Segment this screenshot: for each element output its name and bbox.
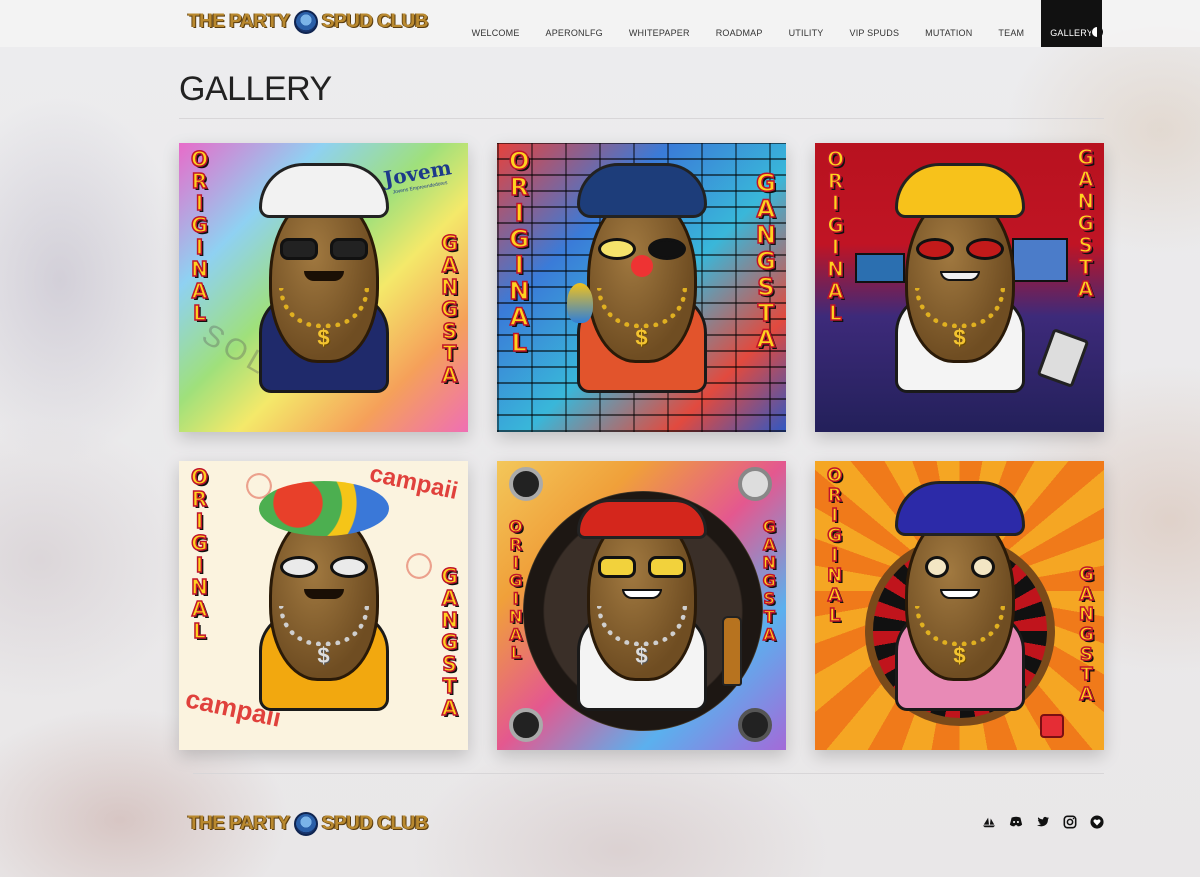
main-nav: WELCOME APERONLFG WHITEPAPER ROADMAP UTI… bbox=[459, 0, 1102, 47]
discord-icon[interactable] bbox=[1009, 815, 1023, 829]
nav-item-utility[interactable]: UTILITY bbox=[776, 0, 837, 47]
watch-icon bbox=[509, 467, 543, 501]
contrast-icon[interactable] bbox=[1091, 26, 1103, 38]
nav-item-whitepaper[interactable]: WHITEPAPER bbox=[616, 0, 703, 47]
footer-brand-logo[interactable]: THE PARTY SPUD CLUB bbox=[188, 812, 429, 836]
gallery-card-6[interactable]: ORIGINAL GANGSTA $ bbox=[815, 461, 1104, 750]
clown-nose bbox=[630, 255, 653, 277]
bottle-icon bbox=[722, 616, 742, 686]
nav-item-team[interactable]: TEAM bbox=[985, 0, 1037, 47]
nav-item-mutation[interactable]: MUTATION bbox=[912, 0, 985, 47]
dice-icon bbox=[1040, 714, 1064, 738]
spud-mustache bbox=[303, 589, 344, 599]
nav-item-roadmap[interactable]: ROADMAP bbox=[703, 0, 776, 47]
brand-logo[interactable]: THE PARTY SPUD CLUB bbox=[188, 10, 429, 34]
gallery-card-5[interactable]: ORIGINAL GANGSTA $ bbox=[497, 461, 786, 750]
nav-item-welcome[interactable]: WELCOME bbox=[459, 0, 533, 47]
footer-divider bbox=[193, 773, 1104, 774]
dollar-pendant-icon: $ bbox=[317, 325, 330, 350]
red-bandana bbox=[576, 499, 707, 539]
dollar-pendant-icon: $ bbox=[635, 643, 648, 668]
watch-icon bbox=[738, 467, 772, 501]
gallery-card-2[interactable]: ORIGINAL GANGSTA $ bbox=[497, 143, 786, 432]
jester-hat bbox=[894, 163, 1025, 218]
twitter-icon[interactable] bbox=[1036, 815, 1050, 829]
social-links bbox=[982, 815, 1104, 829]
spud-smile bbox=[939, 271, 980, 281]
spud-character: $ bbox=[860, 143, 1060, 432]
nav-item-aperonlfg[interactable]: APERONLFG bbox=[533, 0, 616, 47]
nav-item-gallery[interactable]: GALLERY bbox=[1041, 0, 1102, 47]
page-title: GALLERY bbox=[179, 70, 332, 108]
instagram-icon[interactable] bbox=[1063, 815, 1077, 829]
parrot-icon bbox=[567, 283, 593, 323]
heart-icon[interactable] bbox=[1090, 815, 1104, 829]
spud-eyes bbox=[924, 556, 995, 578]
spud-glasses bbox=[279, 556, 368, 578]
logo-text-left: THE PARTY bbox=[188, 813, 290, 834]
gallery-grid: ORIGINAL GANGSTA Jovem Jovens Empreended… bbox=[179, 143, 1104, 750]
nav-item-vip-spuds[interactable]: VIP SPUDS bbox=[837, 0, 913, 47]
spud-character: $ bbox=[224, 461, 424, 750]
gallery-card-3[interactable]: ORIGINAL GANGSTA $ bbox=[815, 143, 1104, 432]
gallery-card-1[interactable]: ORIGINAL GANGSTA Jovem Jovens Empreended… bbox=[179, 143, 468, 432]
baseball-cap bbox=[894, 481, 1025, 536]
spud-glasses bbox=[279, 238, 368, 260]
title-divider bbox=[179, 118, 1104, 119]
spud-glasses bbox=[915, 238, 1004, 260]
clown-wig bbox=[258, 481, 389, 536]
watch-icon bbox=[738, 708, 772, 742]
top-navbar: THE PARTY SPUD CLUB WELCOME APERONLFG WH… bbox=[0, 0, 1200, 47]
left-vertical-word: ORIGINAL bbox=[826, 465, 843, 626]
gallery-card-4[interactable]: campaii campaii ORIGINAL GANGSTA $ bbox=[179, 461, 468, 750]
opensea-icon[interactable] bbox=[982, 815, 996, 829]
spud-glasses bbox=[597, 556, 686, 578]
spud-badge-icon bbox=[293, 812, 318, 836]
spud-character: $ bbox=[860, 461, 1060, 750]
spud-badge-icon bbox=[293, 10, 318, 34]
spud-character: $ bbox=[542, 461, 742, 750]
dollar-pendant-icon: $ bbox=[953, 325, 966, 350]
left-vertical-word: ORIGINAL bbox=[508, 517, 523, 662]
right-vertical-word: GANGSTA bbox=[1077, 145, 1095, 301]
logo-text-left: THE PARTY bbox=[188, 11, 290, 32]
left-vertical-word: ORIGINAL bbox=[826, 147, 845, 325]
dollar-pendant-icon: $ bbox=[317, 643, 330, 668]
left-vertical-word: ORIGINAL bbox=[508, 147, 530, 357]
left-vertical-word: ORIGINAL bbox=[190, 147, 209, 325]
right-vertical-word: GANGSTA bbox=[441, 564, 459, 720]
watch-icon bbox=[509, 708, 543, 742]
dollar-pendant-icon: $ bbox=[953, 643, 966, 668]
pirate-bandana bbox=[576, 163, 707, 218]
spud-character: $ bbox=[224, 143, 424, 432]
logo-text-right: SPUD CLUB bbox=[321, 11, 429, 32]
spud-mustache bbox=[303, 271, 344, 281]
dollar-pendant-icon: $ bbox=[635, 325, 648, 350]
right-vertical-word: GANGSTA bbox=[1078, 564, 1095, 705]
right-vertical-word: GANGSTA bbox=[441, 231, 459, 387]
logo-text-right: SPUD CLUB bbox=[321, 813, 429, 834]
left-vertical-word: ORIGINAL bbox=[190, 465, 209, 643]
spud-smile bbox=[939, 589, 980, 599]
right-vertical-word: GANGSTA bbox=[762, 517, 777, 644]
spud-smile bbox=[621, 589, 662, 599]
spud-hat bbox=[258, 163, 389, 218]
right-vertical-word: GANGSTA bbox=[755, 169, 777, 353]
